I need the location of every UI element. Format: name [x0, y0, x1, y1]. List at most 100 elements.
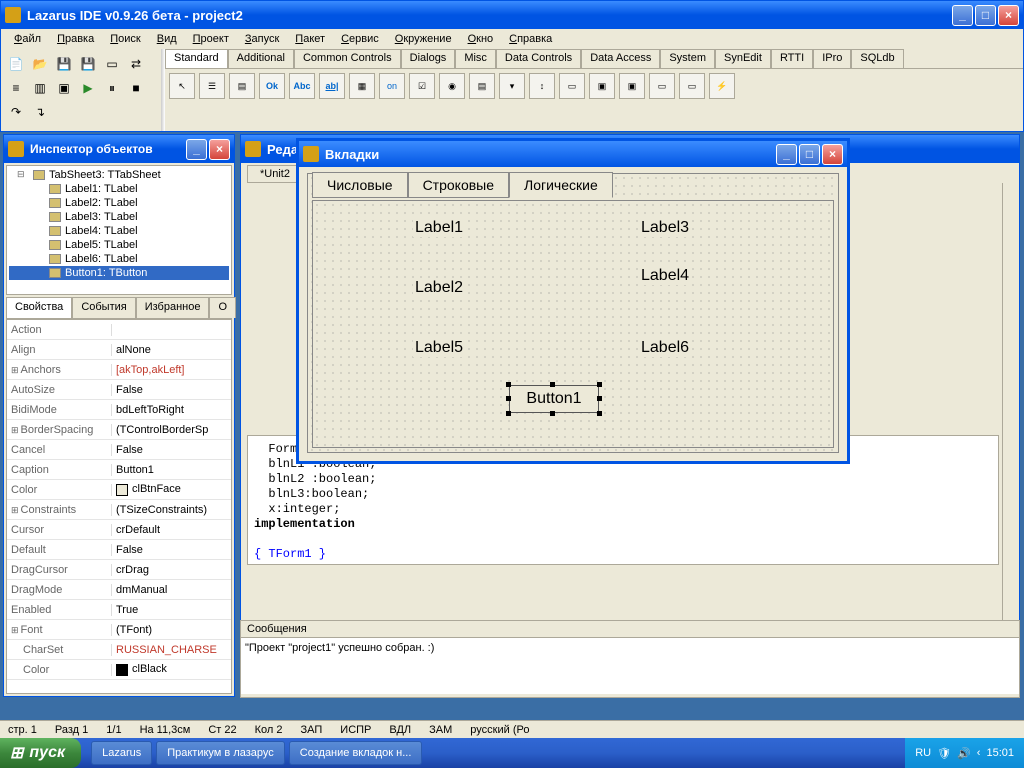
property-row[interactable]: AutoSizeFalse — [7, 380, 231, 400]
taskbar-task[interactable]: Lazarus — [91, 741, 152, 765]
comp-scrollbar[interactable]: ↕ — [529, 73, 555, 99]
comp-togglebox[interactable]: on — [379, 73, 405, 99]
tree-item[interactable]: Label5: TLabel — [9, 238, 229, 252]
sel-handle[interactable] — [597, 411, 602, 416]
sel-handle[interactable] — [506, 396, 511, 401]
tree-item[interactable]: Button1: TButton — [9, 266, 229, 280]
minimize-button[interactable]: _ — [952, 5, 973, 26]
property-row[interactable]: AlignalNone — [7, 340, 231, 360]
menu-Правка[interactable]: Правка — [50, 31, 101, 47]
maximize-button[interactable]: □ — [975, 5, 996, 26]
tree-item[interactable]: Label6: TLabel — [9, 252, 229, 266]
menu-Окно[interactable]: Окно — [461, 31, 501, 47]
property-row[interactable]: EnabledTrue — [7, 600, 231, 620]
palette-tab-misc[interactable]: Misc — [455, 49, 496, 68]
label4[interactable]: Label4 — [639, 267, 691, 285]
run-icon[interactable]: ▶ — [77, 77, 99, 99]
form-design-surface[interactable]: Числовые Строковые Логические Label1 Lab… — [307, 173, 839, 453]
tree-item[interactable]: Label1: TLabel — [9, 182, 229, 196]
pointer-icon[interactable]: ↖ — [169, 73, 195, 99]
saveall-icon[interactable]: 💾 — [77, 53, 99, 75]
property-grid[interactable]: ActionAlignalNoneAnchors[akTop,akLeft]Au… — [6, 319, 232, 694]
label1[interactable]: Label1 — [413, 219, 465, 237]
tray-shield-icon[interactable]: 🛡 — [937, 747, 951, 760]
units-icon[interactable]: ▥ — [29, 77, 51, 99]
comp-button[interactable]: Ok — [259, 73, 285, 99]
tray-network-icon[interactable]: 🔊 — [957, 747, 971, 760]
close-button[interactable]: × — [209, 139, 230, 160]
open-icon[interactable]: 📂 — [29, 53, 51, 75]
tab-string[interactable]: Строковые — [408, 172, 509, 198]
stepinto-icon[interactable]: ↴ — [29, 101, 51, 123]
palette-tab-synedit[interactable]: SynEdit — [715, 49, 771, 68]
comp-combobox[interactable]: ▾ — [499, 73, 525, 99]
property-row[interactable]: CaptionButton1 — [7, 460, 231, 480]
new-icon[interactable]: 📄 — [5, 53, 27, 75]
menu-Поиск[interactable]: Поиск — [103, 31, 147, 47]
new-unit-icon[interactable]: ≡ — [5, 77, 27, 99]
property-row[interactable]: ColorclBlack — [7, 660, 231, 680]
property-row[interactable]: Constraints(TSizeConstraints) — [7, 500, 231, 520]
close-button[interactable]: × — [998, 5, 1019, 26]
comp-radiogroup[interactable]: ▣ — [589, 73, 615, 99]
main-titlebar[interactable]: Lazarus IDE v0.9.26 бета - project2 _ □ … — [1, 1, 1023, 29]
property-row[interactable]: CharSetRUSSIAN_CHARSE — [7, 640, 231, 660]
menu-Окружение[interactable]: Окружение — [388, 31, 459, 47]
stop-icon[interactable]: ■ — [125, 77, 147, 99]
toggle-form-icon[interactable]: ⇄ — [125, 53, 147, 75]
system-tray[interactable]: RU 🛡 🔊 ‹ 15:01 — [905, 738, 1024, 768]
sel-handle[interactable] — [550, 411, 555, 416]
comp-mainmenu[interactable]: ☰ — [199, 73, 225, 99]
palette-tab-sqldb[interactable]: SQLdb — [851, 49, 903, 68]
start-button[interactable]: ⊞пуск — [0, 738, 81, 768]
menu-Вид[interactable]: Вид — [150, 31, 184, 47]
taskbar-task[interactable]: Создание вкладок н... — [289, 741, 423, 765]
maximize-button[interactable]: □ — [799, 144, 820, 165]
editor-file-tab[interactable]: *Unit2 — [247, 165, 303, 183]
component-tree[interactable]: TabSheet3: TTabSheetLabel1: TLabelLabel2… — [6, 165, 232, 295]
palette-tab-ipro[interactable]: IPro — [813, 49, 851, 68]
comp-popupmenu[interactable]: ▤ — [229, 73, 255, 99]
palette-tab-data-controls[interactable]: Data Controls — [496, 49, 581, 68]
menu-Запуск[interactable]: Запуск — [238, 31, 286, 47]
sel-handle[interactable] — [506, 411, 511, 416]
menu-Файл[interactable]: Файл — [7, 31, 48, 47]
palette-tab-rtti[interactable]: RTTI — [771, 49, 813, 68]
prop-tab-1[interactable]: События — [72, 297, 135, 318]
property-row[interactable]: ColorclBtnFace — [7, 480, 231, 500]
prop-tab-0[interactable]: Свойства — [6, 297, 72, 318]
comp-memo[interactable]: ▦ — [349, 73, 375, 99]
editor-scrollbar-v[interactable] — [1002, 183, 1019, 669]
sel-handle[interactable] — [597, 396, 602, 401]
button1[interactable]: Button1 — [509, 385, 599, 413]
messages-body[interactable]: "Проект "project1" успешно собран. :) — [241, 638, 1019, 694]
tab-page[interactable]: Label1 Label3 Label2 Label4 Label5 Label… — [312, 200, 834, 448]
tree-item[interactable]: Label4: TLabel — [9, 224, 229, 238]
tree-item[interactable]: Label3: TLabel — [9, 210, 229, 224]
palette-tab-data-access[interactable]: Data Access — [581, 49, 660, 68]
stepover-icon[interactable]: ↷ — [5, 101, 27, 123]
property-row[interactable]: BidiModebdLeftToRight — [7, 400, 231, 420]
tray-language[interactable]: RU — [915, 747, 931, 759]
property-row[interactable]: Font(TFont) — [7, 620, 231, 640]
minimize-button[interactable]: _ — [776, 144, 797, 165]
comp-groupbox[interactable]: ▭ — [559, 73, 585, 99]
comp-frame[interactable]: ▭ — [679, 73, 705, 99]
menu-Сервис[interactable]: Сервис — [334, 31, 386, 47]
minimize-button[interactable]: _ — [186, 139, 207, 160]
property-row[interactable]: DefaultFalse — [7, 540, 231, 560]
property-row[interactable]: DragModedmManual — [7, 580, 231, 600]
designer-titlebar[interactable]: Вкладки _ □ × — [299, 141, 847, 167]
close-button[interactable]: × — [822, 144, 843, 165]
property-row[interactable]: Action — [7, 320, 231, 340]
comp-edit[interactable]: ab| — [319, 73, 345, 99]
label3[interactable]: Label3 — [639, 219, 691, 237]
tab-boolean[interactable]: Логические — [509, 172, 613, 198]
comp-checkbox[interactable]: ☑ — [409, 73, 435, 99]
comp-checkgroup[interactable]: ▣ — [619, 73, 645, 99]
comp-label[interactable]: Abc — [289, 73, 315, 99]
sel-handle[interactable] — [506, 382, 511, 387]
property-row[interactable]: BorderSpacing(TControlBorderSp — [7, 420, 231, 440]
sel-handle[interactable] — [597, 382, 602, 387]
label2[interactable]: Label2 — [413, 279, 465, 297]
